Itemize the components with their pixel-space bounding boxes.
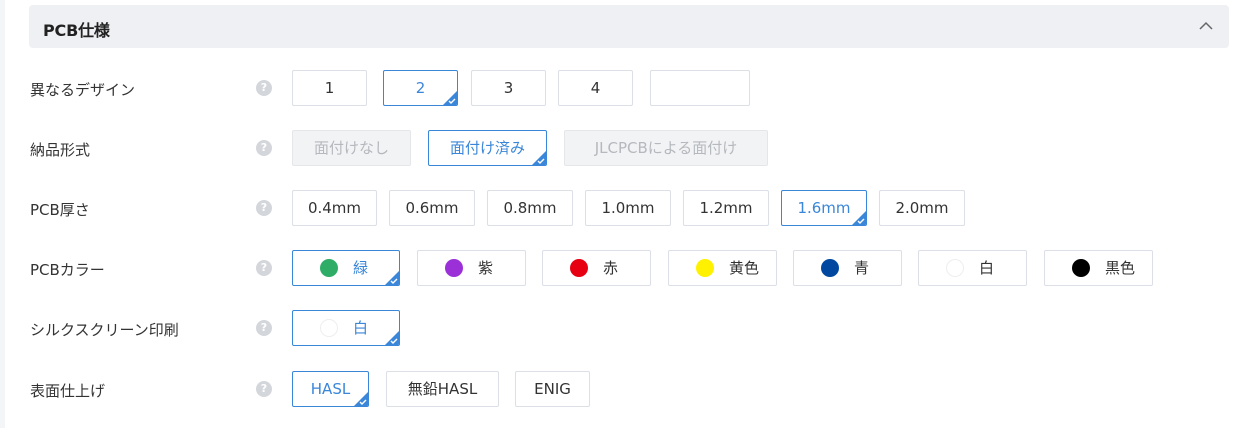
- finish-option-lead-free-hasl[interactable]: 無鉛HASL: [386, 371, 499, 407]
- option-label: 緑: [353, 259, 369, 277]
- option-label: 2: [415, 79, 426, 97]
- color-swatch: [821, 259, 839, 277]
- delivery-option-no-panel[interactable]: 面付けなし: [292, 130, 411, 166]
- row-delivery-format: 納品形式 ? 面付けなし 面付け済み JLCPCBによる面付け: [0, 130, 1242, 168]
- row-label: 異なるデザイン: [30, 81, 136, 99]
- option-label: 紫: [478, 259, 494, 277]
- color-option-red[interactable]: 赤: [542, 250, 651, 286]
- row-pcb-thickness: PCB厚さ ? 0.4mm 0.6mm 0.8mm 1.0mm 1.2mm 1.…: [0, 190, 1242, 228]
- color-option-green[interactable]: 緑: [292, 250, 400, 286]
- row-label: 表面仕上げ: [30, 382, 106, 400]
- row-pcb-color: PCBカラー ? 緑 紫 赤 黄色 青 白 黒色: [0, 250, 1242, 288]
- finish-option-enig[interactable]: ENIG: [515, 371, 590, 407]
- thickness-option-0.6[interactable]: 0.6mm: [389, 190, 475, 226]
- check-icon: [537, 158, 545, 164]
- question-circle-icon[interactable]: ?: [256, 260, 272, 276]
- color-swatch: [320, 319, 338, 337]
- color-option-blue[interactable]: 青: [793, 250, 902, 286]
- question-circle-icon[interactable]: ?: [256, 200, 272, 216]
- row-surface-finish: 表面仕上げ ? HASL 無鉛HASL ENIG: [0, 371, 1242, 409]
- check-icon: [390, 338, 398, 344]
- row-different-designs: 異なるデザイン ? 1 2 3 4: [0, 70, 1242, 108]
- question-circle-icon[interactable]: ?: [256, 80, 272, 96]
- chevron-up-icon[interactable]: [1199, 21, 1213, 31]
- option-label: 黒色: [1105, 259, 1136, 277]
- color-swatch: [1072, 259, 1090, 277]
- row-label: PCBカラー: [30, 261, 105, 279]
- question-circle-icon[interactable]: ?: [256, 140, 272, 156]
- option-label: 赤: [603, 259, 619, 277]
- color-option-white[interactable]: 白: [918, 250, 1027, 286]
- row-label: シルクスクリーン印刷: [30, 321, 179, 339]
- question-circle-icon[interactable]: ?: [256, 381, 272, 397]
- pcb-spec-section-header[interactable]: PCB仕様: [29, 5, 1229, 48]
- color-swatch: [570, 259, 588, 277]
- thickness-option-0.4[interactable]: 0.4mm: [292, 190, 377, 226]
- design-custom-input[interactable]: [650, 70, 750, 106]
- option-label: 白: [353, 319, 369, 337]
- thickness-option-1.0[interactable]: 1.0mm: [585, 190, 671, 226]
- delivery-option-jlcpcb-panel[interactable]: JLCPCBによる面付け: [564, 130, 768, 166]
- row-silkscreen: シルクスクリーン印刷 ? 白: [0, 310, 1242, 348]
- row-label: PCB厚さ: [30, 201, 90, 219]
- finish-option-hasl[interactable]: HASL: [292, 371, 369, 407]
- thickness-option-1.2[interactable]: 1.2mm: [683, 190, 769, 226]
- color-swatch: [946, 259, 964, 277]
- thickness-option-1.6[interactable]: 1.6mm: [781, 190, 867, 226]
- option-label: 黄色: [729, 259, 760, 277]
- color-swatch: [320, 259, 338, 277]
- question-circle-icon[interactable]: ?: [256, 320, 272, 336]
- design-option-2[interactable]: 2: [383, 70, 458, 106]
- design-option-1[interactable]: 1: [292, 70, 367, 106]
- row-label: 納品形式: [30, 141, 91, 159]
- color-swatch: [696, 259, 714, 277]
- option-label: 青: [854, 259, 870, 277]
- option-label: HASL: [310, 380, 351, 398]
- section-title: PCB仕様: [43, 21, 110, 40]
- option-label: 白: [979, 259, 995, 277]
- thickness-option-0.8[interactable]: 0.8mm: [487, 190, 573, 226]
- color-option-yellow[interactable]: 黄色: [668, 250, 777, 286]
- delivery-option-panelized[interactable]: 面付け済み: [428, 130, 547, 166]
- check-icon: [857, 218, 865, 224]
- silkscreen-option-white[interactable]: 白: [292, 310, 400, 346]
- option-label: 面付け済み: [449, 139, 525, 157]
- check-icon: [359, 399, 367, 405]
- color-option-black[interactable]: 黒色: [1044, 250, 1153, 286]
- color-swatch: [445, 259, 463, 277]
- option-label: 1.6mm: [797, 199, 851, 217]
- thickness-option-2.0[interactable]: 2.0mm: [879, 190, 965, 226]
- design-option-4[interactable]: 4: [558, 70, 633, 106]
- check-icon: [448, 98, 456, 104]
- design-option-3[interactable]: 3: [471, 70, 546, 106]
- check-icon: [390, 278, 398, 284]
- color-option-purple[interactable]: 紫: [417, 250, 526, 286]
